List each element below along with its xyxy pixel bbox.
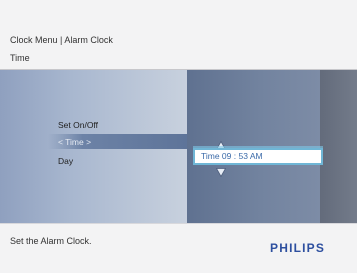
- time-field[interactable]: Time 09 : 53 AM: [193, 146, 323, 165]
- status-text: Set the Alarm Clock.: [10, 236, 92, 246]
- alarm-clock-screen: Clock Menu | Alarm Clock Time Set On/Off…: [0, 0, 357, 273]
- section-title: Time: [10, 53, 30, 63]
- menu-item-time-label: < Time >: [58, 137, 92, 147]
- menu-item-time[interactable]: < Time >: [48, 134, 187, 149]
- menu-panel: Set On/Off < Time > Day Time 09 : 53 AM: [0, 70, 357, 223]
- breadcrumb: Clock Menu | Alarm Clock: [10, 35, 113, 45]
- menu-column-right: [320, 70, 357, 223]
- brand-logo: PHILIPS: [270, 241, 326, 255]
- menu-item-day[interactable]: Day: [58, 156, 73, 166]
- footer-divider: [0, 223, 357, 224]
- triangle-down-icon[interactable]: [215, 164, 227, 178]
- menu-item-set-on-off[interactable]: Set On/Off: [58, 120, 98, 130]
- time-value: Time 09 : 53 AM: [201, 151, 263, 161]
- triangle-up-icon[interactable]: [215, 137, 227, 150]
